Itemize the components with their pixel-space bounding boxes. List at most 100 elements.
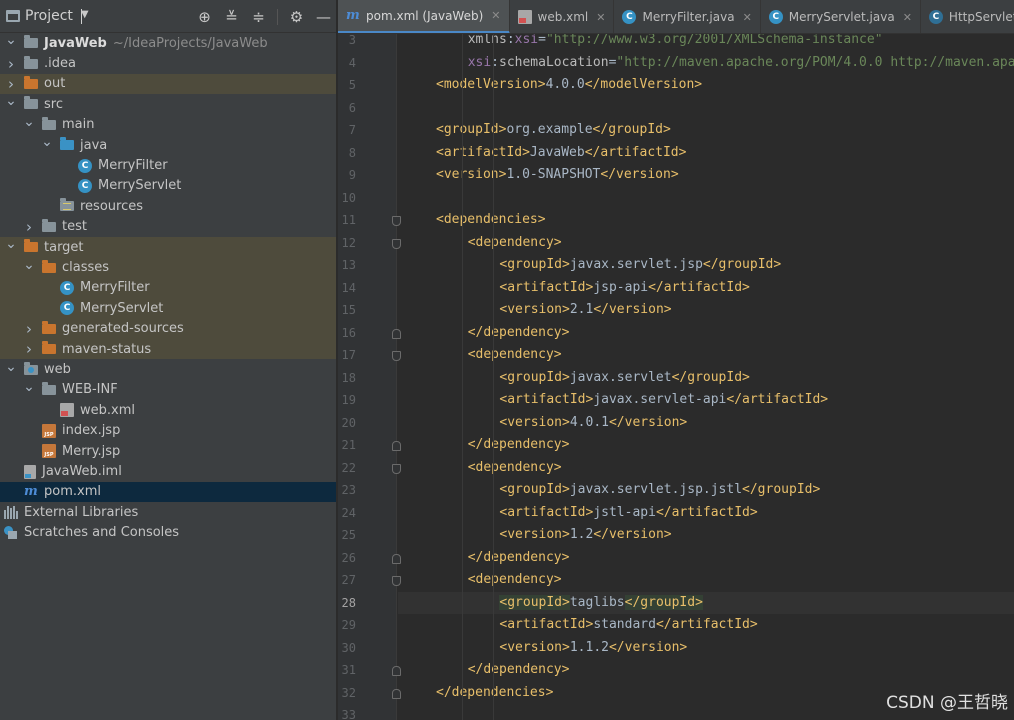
tree-item[interactable]: ›JSPindex.jsp (0, 421, 336, 441)
chevron-right-icon[interactable]: › (5, 55, 17, 73)
tree-item[interactable]: › maven-status (0, 339, 336, 360)
tree-item[interactable]: › generated-sources (0, 318, 336, 339)
line-number-gutter: 3 4 5 6 7 8 9 10 11 12 13 14 15 16 17 18 19 20 21 22 23 24 25 2… (338, 33, 401, 720)
tree-item[interactable]: ›CMerryFilter (0, 155, 336, 175)
code-string: "http://www.w3.org/2001/XMLSchema-instan… (545, 34, 883, 47)
expand-all-icon[interactable]: ≑ (250, 8, 267, 26)
tree-item[interactable]: ›web.xml (0, 400, 336, 420)
watermark: CSDN @王哲晓 (886, 693, 1008, 713)
code-tag: </artifactId> (726, 392, 829, 407)
libraries-icon (4, 505, 18, 519)
code-tag: <artifactId> (499, 392, 594, 407)
tree-item[interactable]: Scratches and Consoles (0, 523, 336, 543)
code-line: <artifactId>jstl-api</artifactId> (398, 502, 1014, 525)
code-tag: </groupId> (671, 369, 750, 385)
tree-item-label: MerryFilter (98, 158, 168, 174)
tree-item-label: test (62, 219, 87, 235)
chevron-down-icon[interactable]: ⌄ (5, 237, 17, 251)
editor-tab[interactable]: web.xml ✕ (510, 0, 615, 33)
editor-tab-label: pom.xml (JavaWeb) (366, 8, 484, 23)
line-number: 11 (341, 213, 356, 227)
xml-file-icon (60, 403, 74, 418)
chevron-down-icon[interactable]: ⌄ (5, 94, 17, 108)
chevron-down-icon[interactable]: ⌄ (23, 380, 35, 394)
close-icon[interactable]: ✕ (596, 11, 605, 24)
tree-item-label: MerryFilter (80, 280, 150, 296)
tree-item[interactable]: ⌄ JavaWeb ~/IdeaProjects/JavaWeb (0, 33, 336, 53)
code-editor[interactable]: xmlns:xsi="http://www.w3.org/2001/XMLSch… (398, 34, 1014, 720)
project-view-dropdown[interactable]: Project (25, 8, 73, 24)
tree-item-label: main (62, 117, 95, 133)
tree-item[interactable]: ⌄ WEB-INF (0, 380, 336, 400)
code-text: 1.1.2 (569, 639, 609, 655)
code-text: org.example (506, 122, 593, 137)
tree-item[interactable]: ⌄ java (0, 135, 336, 155)
code-text: javax.servlet.jsp.jstl (569, 482, 743, 497)
tree-item[interactable]: ›mpom.xml (0, 481, 336, 503)
editor-tab-label: MerryFilter.java (642, 10, 735, 24)
line-number: 8 (348, 145, 356, 160)
crosshair-icon[interactable]: ⊕ (196, 8, 213, 26)
close-icon[interactable]: ✕ (903, 11, 912, 24)
code-tag: <version> (499, 639, 570, 655)
close-icon[interactable]: ✕ (491, 9, 500, 22)
code-line: <groupId>org.example</groupId> (398, 119, 1014, 142)
code-text: taglibs (569, 594, 625, 610)
code-tag: <groupId> (499, 369, 570, 385)
chevron-down-icon[interactable]: ⌄ (5, 360, 17, 374)
tree-item[interactable]: › test (0, 217, 336, 237)
tree-item[interactable]: ⌄ main (0, 115, 336, 135)
code-tag: <version> (499, 414, 570, 430)
code-tag: <groupId> (499, 594, 570, 610)
chevron-right-icon[interactable]: › (23, 340, 35, 358)
chevron-down-icon[interactable]: ⌄ (41, 135, 53, 149)
tree-item[interactable]: ›JavaWeb.iml (0, 461, 336, 481)
editor-tab[interactable]: CHttpServlet.java✕ (921, 0, 1014, 33)
project-view-icon (6, 10, 20, 22)
tree-item[interactable]: › out (0, 73, 336, 95)
chevron-right-icon[interactable]: › (23, 218, 35, 236)
minimize-icon[interactable]: — (315, 8, 332, 26)
collapse-all-icon[interactable]: ≚ (223, 8, 240, 26)
chevron-down-icon[interactable]: ▼ (80, 8, 89, 24)
close-icon[interactable]: ✕ (743, 11, 752, 24)
tree-item[interactable]: ⌄ classes (0, 257, 336, 278)
code-line: <version>1.0-SNAPSHOT</version> (398, 164, 1014, 187)
tree-item[interactable]: ›JSPMerry.jsp (0, 441, 336, 461)
gear-icon[interactable]: ⚙ (288, 8, 305, 26)
editor-area: m pom.xml (JavaWeb) ✕ web.xml ✕ C MerryFilter.… (338, 0, 1014, 720)
tree-item[interactable]: ›resources (0, 196, 336, 216)
code-line: </dependency> (398, 547, 1014, 570)
code-text: 1.0-SNAPSHOT (506, 167, 601, 182)
code-tag: <dependency> (467, 234, 562, 250)
tree-item-path-hint: ~/IdeaProjects/JavaWeb (112, 35, 268, 51)
java-class-icon: C (60, 301, 74, 316)
tree-item[interactable]: ›CMerryFilter (0, 277, 336, 299)
code-line: </dependency> (398, 322, 1014, 345)
tree-item-label: classes (62, 260, 110, 276)
chevron-right-icon[interactable]: › (23, 320, 35, 338)
tree-item[interactable]: ⌄ src (0, 94, 336, 114)
code-tag: </dependencies> (436, 684, 554, 700)
editor-tab[interactable]: m pom.xml (JavaWeb) ✕ (338, 0, 510, 33)
chevron-right-icon[interactable]: › (5, 75, 17, 93)
tree-item[interactable]: ›CMerryServlet (0, 298, 336, 319)
tree-item[interactable]: ⌄ web (0, 359, 336, 379)
editor-tab[interactable]: C MerryFilter.java ✕ (614, 0, 761, 33)
editor-tab-label: web.xml (537, 10, 589, 24)
chevron-down-icon[interactable]: ⌄ (23, 258, 35, 272)
tree-item[interactable]: ⌄ target (0, 237, 336, 258)
tree-item-label: JavaWeb.iml (42, 464, 122, 480)
chevron-down-icon[interactable]: ⌄ (23, 115, 35, 129)
editor-tab[interactable]: C MerryServlet.java ✕ (761, 0, 921, 33)
code-line: <version>4.0.1</version> (398, 412, 1014, 435)
code-tag: </groupId> (702, 257, 782, 272)
tree-item[interactable]: External Libraries (0, 502, 336, 522)
code-text: jsp-api (593, 279, 649, 295)
tree-item[interactable]: ›CMerryServlet (0, 176, 336, 196)
tree-item[interactable]: › .idea (0, 53, 336, 73)
chevron-down-icon[interactable]: ⌄ (5, 33, 17, 47)
code-tag: </groupId> (592, 122, 671, 137)
tree-item-label: out (44, 76, 66, 92)
